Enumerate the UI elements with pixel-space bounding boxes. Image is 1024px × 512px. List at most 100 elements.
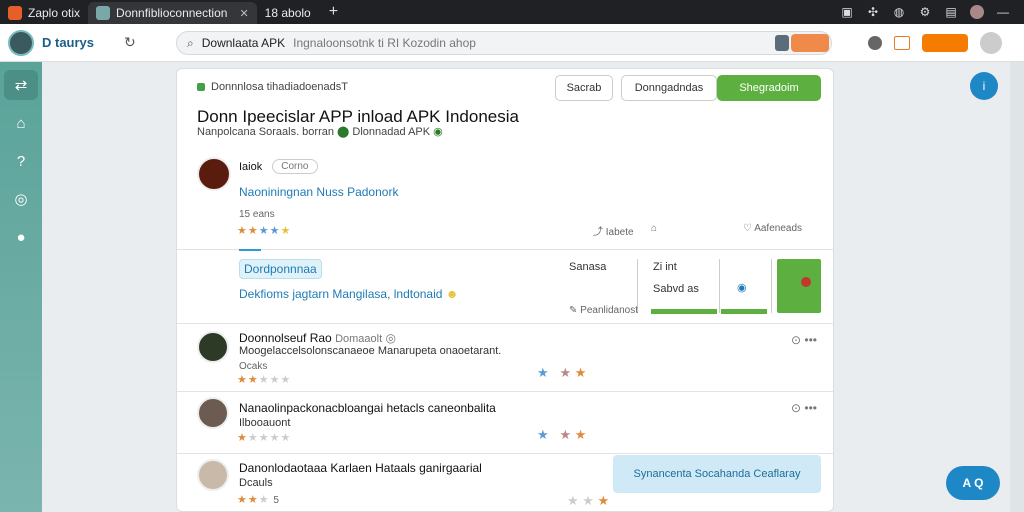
search-icon: ⌕ — [187, 35, 194, 50]
share-icon[interactable]: ⇄ — [4, 70, 38, 100]
more-icon[interactable]: ⊙ ••• — [791, 333, 817, 347]
tab-3[interactable]: 18 abolo — [257, 2, 319, 24]
like-action[interactable]: ♡ Aafeneads — [743, 223, 802, 234]
progress-tile[interactable] — [777, 259, 821, 313]
tab-label: Donnfiblioconnection — [116, 6, 228, 20]
section-description-text: Dekfioms jagtarn Mangilasa, lndtonaid — [239, 287, 443, 301]
scrollbar[interactable] — [1010, 62, 1024, 512]
rating-stars: ★★★★★ — [237, 225, 292, 237]
divider — [719, 259, 720, 313]
author-count: 15 eans — [239, 209, 275, 220]
sidebar: ⇄ ⌂ ? ◎ ● — [0, 62, 42, 512]
plus-icon[interactable]: + — [329, 3, 338, 21]
record-icon[interactable] — [868, 36, 882, 50]
puzzle-icon[interactable]: ✣ — [866, 5, 880, 19]
divider — [177, 249, 833, 250]
primary-button[interactable]: Shegradoim — [717, 75, 821, 101]
heart-icon: ♡ — [743, 223, 755, 234]
rating-stars: ★★★ 5 — [237, 494, 280, 506]
window-controls: ▣ ✣ ◍ ⚙ ▤ — — [840, 0, 1024, 24]
share-icon: ⤴ — [593, 227, 606, 238]
bookmark-icon[interactable]: ▣ — [840, 5, 854, 19]
window-icon[interactable] — [894, 36, 910, 50]
tab-strip: Zaplo otix Donnfiblioconnection ✕ 18 abo… — [0, 0, 1024, 24]
reload-icon[interactable]: ↻ — [124, 34, 136, 51]
record-icon — [801, 277, 811, 287]
avatar[interactable] — [980, 32, 1002, 54]
tab-label: Zaplo otix — [28, 6, 81, 20]
author-link[interactable]: Naoniningnan Nuss Padonork — [239, 185, 398, 199]
divider — [177, 323, 833, 324]
review-name[interactable]: Nanaolinpackonacbloangai hetacls caneonb… — [239, 401, 496, 415]
page-icon — [96, 6, 111, 20]
divider — [177, 391, 833, 392]
toolbar-actions — [868, 32, 1002, 54]
review-name[interactable]: Danonlodaotaaa Karlaen Hataals ganirgaar… — [239, 461, 482, 475]
divider — [177, 453, 833, 454]
author: Iaiok Corno — [239, 159, 318, 174]
globe-icon[interactable]: ◎ — [4, 184, 38, 214]
author-chip[interactable]: Corno — [272, 159, 318, 174]
outline-button[interactable]: Donngadndas — [621, 75, 717, 101]
main-card: Donnnlosa tihadiadoenadsT Sacrab Donngad… — [176, 68, 834, 512]
tab-2[interactable]: Donnfiblioconnection ✕ — [88, 2, 257, 24]
avatar[interactable] — [197, 331, 229, 363]
pen-icon: ✎ — [569, 305, 581, 316]
like-label: Aafeneads — [754, 223, 803, 234]
rating-stars: ★★★★★ — [237, 432, 292, 444]
reaction-stars[interactable]: ★ ★ ★ — [537, 427, 586, 443]
secondary-button[interactable]: Sacrab — [555, 75, 613, 101]
minimize-icon[interactable]: — — [996, 5, 1010, 19]
app-name[interactable]: D taurys — [42, 35, 94, 50]
review-body: Ilbooauont — [239, 417, 291, 429]
breadcrumb-text[interactable]: Donnnlosa tihadiadoenadsT — [211, 81, 348, 93]
search-input[interactable]: ⌕ Downlaata APK Ingnaloonsotnk ti RI Koz… — [176, 31, 832, 55]
reaction-stars[interactable]: ★ ★ ★ — [567, 493, 609, 509]
stat-label: Sanasa — [569, 261, 607, 273]
lock-icon[interactable]: ⌂ — [651, 223, 657, 234]
sync-icon[interactable]: ◉ — [737, 281, 747, 294]
extension-icon[interactable] — [791, 34, 829, 52]
search-fab[interactable]: A Q — [946, 466, 1000, 500]
rewards-icon[interactable] — [922, 34, 968, 52]
avatar[interactable] — [970, 5, 984, 19]
camera-icon[interactable] — [775, 35, 789, 51]
avatar[interactable] — [197, 157, 231, 191]
home-icon[interactable]: ⌂ — [4, 108, 38, 138]
subtitle-link[interactable]: Dlonnadad APK — [352, 126, 430, 138]
more-icon[interactable]: ⊙ ••• — [791, 401, 817, 415]
search-suffix: Ingnaloonsotnk ti RI Kozodin ahop — [293, 36, 476, 50]
section-badge[interactable]: Dordponnnaa — [239, 259, 322, 279]
share-action[interactable]: ⤴ Iabete — [593, 223, 634, 238]
review-title: Doonnolseuf Rao Domaaolt ◎ — [239, 331, 396, 345]
close-icon[interactable]: ✕ — [239, 7, 248, 20]
verified-icon: ◎ — [385, 331, 396, 345]
avatar[interactable] — [197, 459, 229, 491]
info-icon[interactable]: ● — [4, 222, 38, 252]
review-body: Dcauls — [239, 477, 273, 489]
review-name[interactable]: Doonnolseuf Rao — [239, 331, 332, 345]
menu-icon[interactable]: ▤ — [944, 5, 958, 19]
active-tab-indicator — [239, 249, 261, 251]
breadcrumb: Donnnlosa tihadiadoenadsT — [197, 81, 348, 93]
extension-icon[interactable]: ◍ — [892, 5, 906, 19]
avatar[interactable] — [197, 397, 229, 429]
avatar[interactable] — [8, 29, 34, 56]
report-label: Peanlidanost — [580, 305, 638, 316]
emoji-icon: ☻ — [445, 287, 459, 301]
settings-icon[interactable]: ⚙ — [918, 5, 932, 19]
tab-1[interactable]: Zaplo otix — [0, 2, 88, 24]
status-icon — [197, 83, 205, 91]
reaction-stars[interactable]: ★ ★ ★ — [537, 365, 586, 381]
report-action[interactable]: ✎ Peanlidanost — [569, 305, 638, 316]
section-description: Dekfioms jagtarn Mangilasa, lndtonaid ☻ — [239, 287, 458, 301]
suggestion-box[interactable]: Synancenta Socahanda Ceaflaray — [613, 455, 821, 493]
divider — [771, 259, 772, 313]
subtitle-text: Nanpolcana Soraals. borran — [197, 126, 334, 138]
review-meta: Ocaks — [239, 361, 268, 372]
download-icon: ⬤ — [337, 126, 350, 138]
help-icon[interactable]: ? — [4, 146, 38, 176]
toolbar: D taurys ↻ ⌕ Downlaata APK Ingnaloonsotn… — [0, 24, 1024, 62]
info-fab[interactable]: i — [970, 72, 998, 100]
author-name[interactable]: Iaiok — [239, 161, 262, 173]
